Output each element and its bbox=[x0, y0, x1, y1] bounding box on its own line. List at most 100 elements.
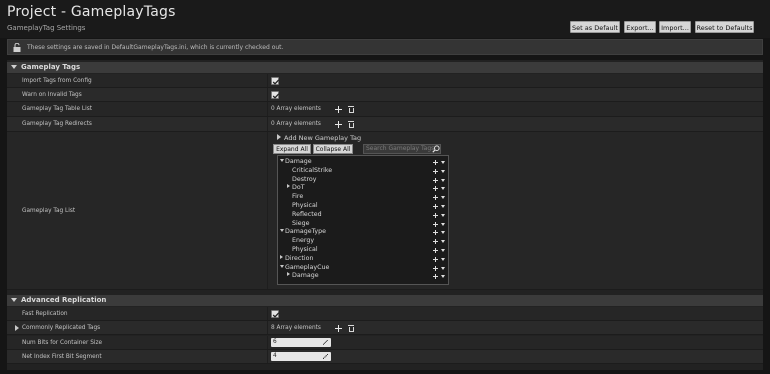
add-subtag-icon[interactable] bbox=[433, 274, 438, 280]
tag-redirects-label: Gameplay Tag Redirects bbox=[22, 121, 92, 127]
add-subtag-icon[interactable] bbox=[433, 221, 438, 227]
dropdown-arrow-icon[interactable] bbox=[441, 178, 445, 182]
tag-tree-item[interactable]: Damage bbox=[278, 271, 448, 280]
row-import-tags: Import Tags from Config bbox=[7, 74, 763, 88]
add-subtag-icon[interactable] bbox=[433, 168, 438, 174]
expand-arrow-icon bbox=[277, 134, 281, 140]
fast-replication-checkbox[interactable] bbox=[271, 310, 280, 318]
tag-tree-item-label: DamageType bbox=[285, 228, 327, 236]
section-advanced-replication[interactable]: Advanced Replication bbox=[7, 295, 763, 306]
collapse-arrow-icon[interactable] bbox=[11, 65, 17, 69]
tag-tree-item[interactable]: Physical bbox=[278, 245, 448, 254]
row-commonly-replicated: Commonly Replicated Tags 8 Array element… bbox=[7, 321, 763, 335]
caret-right-icon[interactable] bbox=[280, 254, 283, 259]
tag-tree-item[interactable]: Destroy bbox=[278, 175, 448, 184]
tag-tree-item[interactable]: CriticalStrike bbox=[278, 166, 448, 175]
add-subtag-icon[interactable] bbox=[433, 195, 438, 201]
caret-right-icon[interactable] bbox=[287, 272, 290, 277]
tag-tree-item-label: Destroy bbox=[292, 175, 317, 183]
dropdown-arrow-icon[interactable] bbox=[441, 257, 445, 261]
tag-tree-item-label: Damage bbox=[285, 158, 312, 165]
tag-tree-item[interactable]: Siege bbox=[278, 219, 448, 228]
export-button[interactable]: Export... bbox=[624, 21, 656, 33]
caret-down-icon[interactable] bbox=[280, 159, 284, 162]
add-element-icon[interactable] bbox=[335, 121, 342, 128]
dropdown-arrow-icon[interactable] bbox=[441, 231, 445, 235]
row-tag-table-list: Gameplay Tag Table List 0 Array elements bbox=[7, 102, 763, 117]
page-subtitle: GameplayTag Settings bbox=[7, 24, 86, 32]
dropdown-arrow-icon[interactable] bbox=[441, 205, 445, 208]
tag-tree-item-label: Direction bbox=[285, 254, 314, 262]
tag-tree-item[interactable]: Direction bbox=[278, 254, 448, 263]
add-subtag-icon[interactable] bbox=[433, 204, 438, 209]
window-header: Project - GameplayTags GameplayTag Setti… bbox=[0, 0, 770, 38]
caret-right-icon[interactable] bbox=[287, 184, 290, 189]
net-index-label: Net Index First Bit Segment bbox=[22, 354, 102, 360]
page-title: Project - GameplayTags bbox=[7, 4, 176, 20]
collapse-arrow-icon[interactable] bbox=[11, 298, 17, 302]
tag-tree-item[interactable]: Energy bbox=[278, 236, 448, 245]
trash-icon[interactable] bbox=[348, 106, 354, 113]
checkmark-icon bbox=[272, 79, 280, 85]
add-subtag-icon[interactable] bbox=[433, 160, 438, 165]
tag-tree-item[interactable]: Fire bbox=[278, 192, 448, 201]
tag-tree-item-label: Energy bbox=[292, 237, 315, 245]
tag-tree-item[interactable]: Physical bbox=[278, 201, 448, 210]
expand-arrow-icon[interactable] bbox=[15, 325, 19, 331]
add-subtag-icon[interactable] bbox=[433, 177, 438, 183]
dropdown-arrow-icon[interactable] bbox=[441, 161, 445, 164]
dropdown-arrow-icon[interactable] bbox=[441, 249, 445, 252]
drag-grip-icon[interactable] bbox=[323, 340, 328, 345]
checkmark-icon bbox=[272, 312, 280, 318]
tag-tree-item[interactable]: DamageType bbox=[278, 227, 448, 236]
add-element-icon[interactable] bbox=[335, 106, 342, 113]
add-element-icon[interactable] bbox=[335, 325, 342, 332]
dropdown-arrow-icon[interactable] bbox=[441, 266, 445, 270]
search-gameplay-tags-input[interactable]: Search Gameplay Tags bbox=[363, 144, 441, 154]
section-title: Gameplay Tags bbox=[21, 63, 81, 71]
trash-icon[interactable] bbox=[348, 121, 354, 128]
collapse-all-button[interactable]: Collapse All bbox=[313, 144, 353, 154]
lock-icon bbox=[13, 43, 21, 52]
add-subtag-icon[interactable] bbox=[433, 256, 438, 262]
dropdown-arrow-icon[interactable] bbox=[441, 196, 445, 200]
reset-to-defaults-button[interactable]: Reset to Defaults bbox=[695, 21, 754, 33]
dropdown-arrow-icon[interactable] bbox=[441, 187, 445, 191]
fast-replication-label: Fast Replication bbox=[22, 311, 68, 317]
add-subtag-icon[interactable] bbox=[433, 212, 438, 218]
tag-tree-item[interactable]: Damage bbox=[278, 157, 448, 166]
caret-down-icon[interactable] bbox=[280, 264, 284, 268]
add-subtag-icon[interactable] bbox=[433, 239, 438, 245]
net-index-input[interactable]: 4 bbox=[271, 352, 331, 361]
drag-grip-icon[interactable] bbox=[323, 354, 328, 359]
dropdown-arrow-icon[interactable] bbox=[441, 213, 445, 217]
caret-down-icon[interactable] bbox=[280, 229, 284, 233]
add-subtag-icon[interactable] bbox=[433, 230, 438, 236]
add-new-tag-label: Add New Gameplay Tag bbox=[284, 134, 362, 142]
add-subtag-icon[interactable] bbox=[433, 186, 438, 192]
tag-tree-item[interactable]: DoT bbox=[278, 183, 448, 192]
net-index-value: 4 bbox=[273, 353, 277, 359]
tag-tree-item-label: CriticalStrike bbox=[292, 166, 333, 174]
import-tags-checkbox[interactable] bbox=[271, 77, 280, 85]
dropdown-arrow-icon[interactable] bbox=[441, 169, 445, 173]
section-gameplay-tags[interactable]: Gameplay Tags bbox=[7, 62, 763, 73]
dropdown-arrow-icon[interactable] bbox=[441, 222, 445, 226]
warn-invalid-checkbox[interactable] bbox=[271, 91, 280, 99]
trash-icon[interactable] bbox=[348, 325, 354, 332]
expand-all-button[interactable]: Expand All bbox=[273, 144, 311, 154]
search-icon[interactable] bbox=[432, 145, 440, 153]
dropdown-arrow-icon[interactable] bbox=[441, 240, 445, 244]
row-net-index: Net Index First Bit Segment 4 bbox=[7, 350, 763, 364]
add-new-gameplay-tag-toggle[interactable]: Add New Gameplay Tag bbox=[277, 134, 361, 142]
tag-tree-item[interactable]: Reflected bbox=[278, 210, 448, 219]
warn-invalid-label: Warn on Invalid Tags bbox=[22, 92, 82, 98]
num-bits-input[interactable]: 6 bbox=[271, 338, 331, 347]
set-as-default-button[interactable]: Set as Default bbox=[570, 21, 620, 33]
add-subtag-icon[interactable] bbox=[433, 265, 438, 271]
add-subtag-icon[interactable] bbox=[433, 248, 438, 253]
dropdown-arrow-icon[interactable] bbox=[441, 275, 445, 279]
tag-tree-item[interactable]: GameplayCue bbox=[278, 263, 448, 272]
import-button[interactable]: Import... bbox=[659, 21, 691, 33]
checkout-notice: These settings are saved in DefaultGamep… bbox=[7, 39, 763, 55]
